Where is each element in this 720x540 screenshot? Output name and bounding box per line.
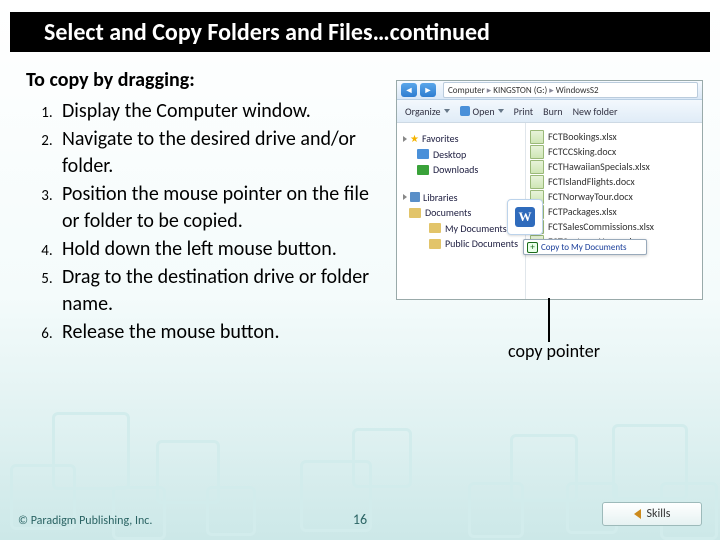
- plus-icon: +: [527, 242, 538, 253]
- nav-libraries-header: Libraries: [403, 190, 521, 206]
- nav-downloads: Downloads: [417, 162, 521, 178]
- file-list: FCTBookings.xlsx FCTCCSking.docx FCTHawa…: [526, 123, 702, 300]
- title-bar: Select and Copy Folders and Files…contin…: [10, 12, 710, 52]
- breadcrumb: Computer▸ KINGSTON (G:)▸ WindowsS2: [443, 82, 698, 98]
- slide-title: Select and Copy Folders and Files…contin…: [10, 18, 490, 47]
- breadcrumb-folder: WindowsS2: [556, 85, 599, 96]
- excel-icon: [530, 145, 544, 159]
- step-1: Display the Computer window.: [56, 98, 386, 126]
- word-drag-icon: W: [507, 199, 543, 235]
- file-row: FCTBookings.xlsx: [530, 129, 698, 144]
- step-5: Drag to the destination drive or folder …: [56, 264, 386, 319]
- explorer-screenshot: ◄ ► Computer▸ KINGSTON (G:)▸ WindowsS2 O…: [396, 80, 703, 300]
- file-row: FCTCCSking.docx: [530, 144, 698, 159]
- back-button-icon: ◄: [401, 83, 417, 97]
- window-chrome: ◄ ► Computer▸ KINGSTON (G:)▸ WindowsS2: [397, 81, 702, 100]
- steps-list: Display the Computer window. Navigate to…: [26, 98, 386, 346]
- nav-favorites-header: ★Favorites: [403, 131, 521, 147]
- step-3: Position the mouse pointer on the file o…: [56, 181, 386, 236]
- explorer-toolbar: Organize Open Print Burn New folder: [397, 100, 702, 123]
- toolbar-organize: Organize: [405, 105, 450, 118]
- step-2: Navigate to the desired drive and/or fol…: [56, 126, 386, 181]
- excel-icon: [530, 175, 544, 189]
- callout-line: [548, 298, 550, 342]
- toolbar-burn: Burn: [543, 105, 562, 118]
- toolbar-open: Open: [460, 105, 504, 118]
- excel-icon: [530, 130, 544, 144]
- skills-button[interactable]: Skills: [602, 502, 702, 526]
- nav-documents: Documents: [417, 205, 521, 221]
- forward-button-icon: ►: [420, 83, 436, 97]
- slide: Select and Copy Folders and Files…contin…: [0, 0, 720, 540]
- lead-text: To copy by dragging:: [26, 68, 386, 92]
- nav-favorites-label: Favorites: [422, 131, 459, 147]
- breadcrumb-drive: KINGSTON (G:): [493, 85, 547, 96]
- step-4: Hold down the left mouse button.: [56, 236, 386, 264]
- arrow-left-icon: [634, 509, 641, 519]
- step-6: Release the mouse button.: [56, 319, 386, 347]
- toolbar-newfolder: New folder: [573, 105, 618, 118]
- nav-libraries-label: Libraries: [423, 190, 458, 206]
- nav-publicdocs: Public Documents: [429, 236, 521, 252]
- file-row: FCTSalesCommissions.xlsx: [530, 219, 698, 234]
- file-row: FCTNorwayTour.docx: [530, 189, 698, 204]
- nav-desktop: Desktop: [417, 147, 521, 163]
- skills-button-label: Skills: [647, 507, 671, 521]
- copy-tooltip-label: Copy to My Documents: [541, 242, 627, 253]
- file-row: FCTHawaiianSpecials.xlsx: [530, 159, 698, 174]
- explorer-panes: ★Favorites Desktop Downloads Libraries D…: [397, 123, 702, 300]
- toolbar-print: Print: [514, 105, 533, 118]
- excel-icon: [530, 160, 544, 174]
- breadcrumb-computer: Computer: [448, 85, 485, 96]
- file-row: FCTPackages.xlsx: [530, 204, 698, 219]
- body-text: To copy by dragging: Display the Compute…: [26, 68, 386, 346]
- file-row: FCTIslandFlights.docx: [530, 174, 698, 189]
- copy-tooltip: + Copy to My Documents: [523, 239, 647, 255]
- callout-label: copy pointer: [508, 340, 600, 362]
